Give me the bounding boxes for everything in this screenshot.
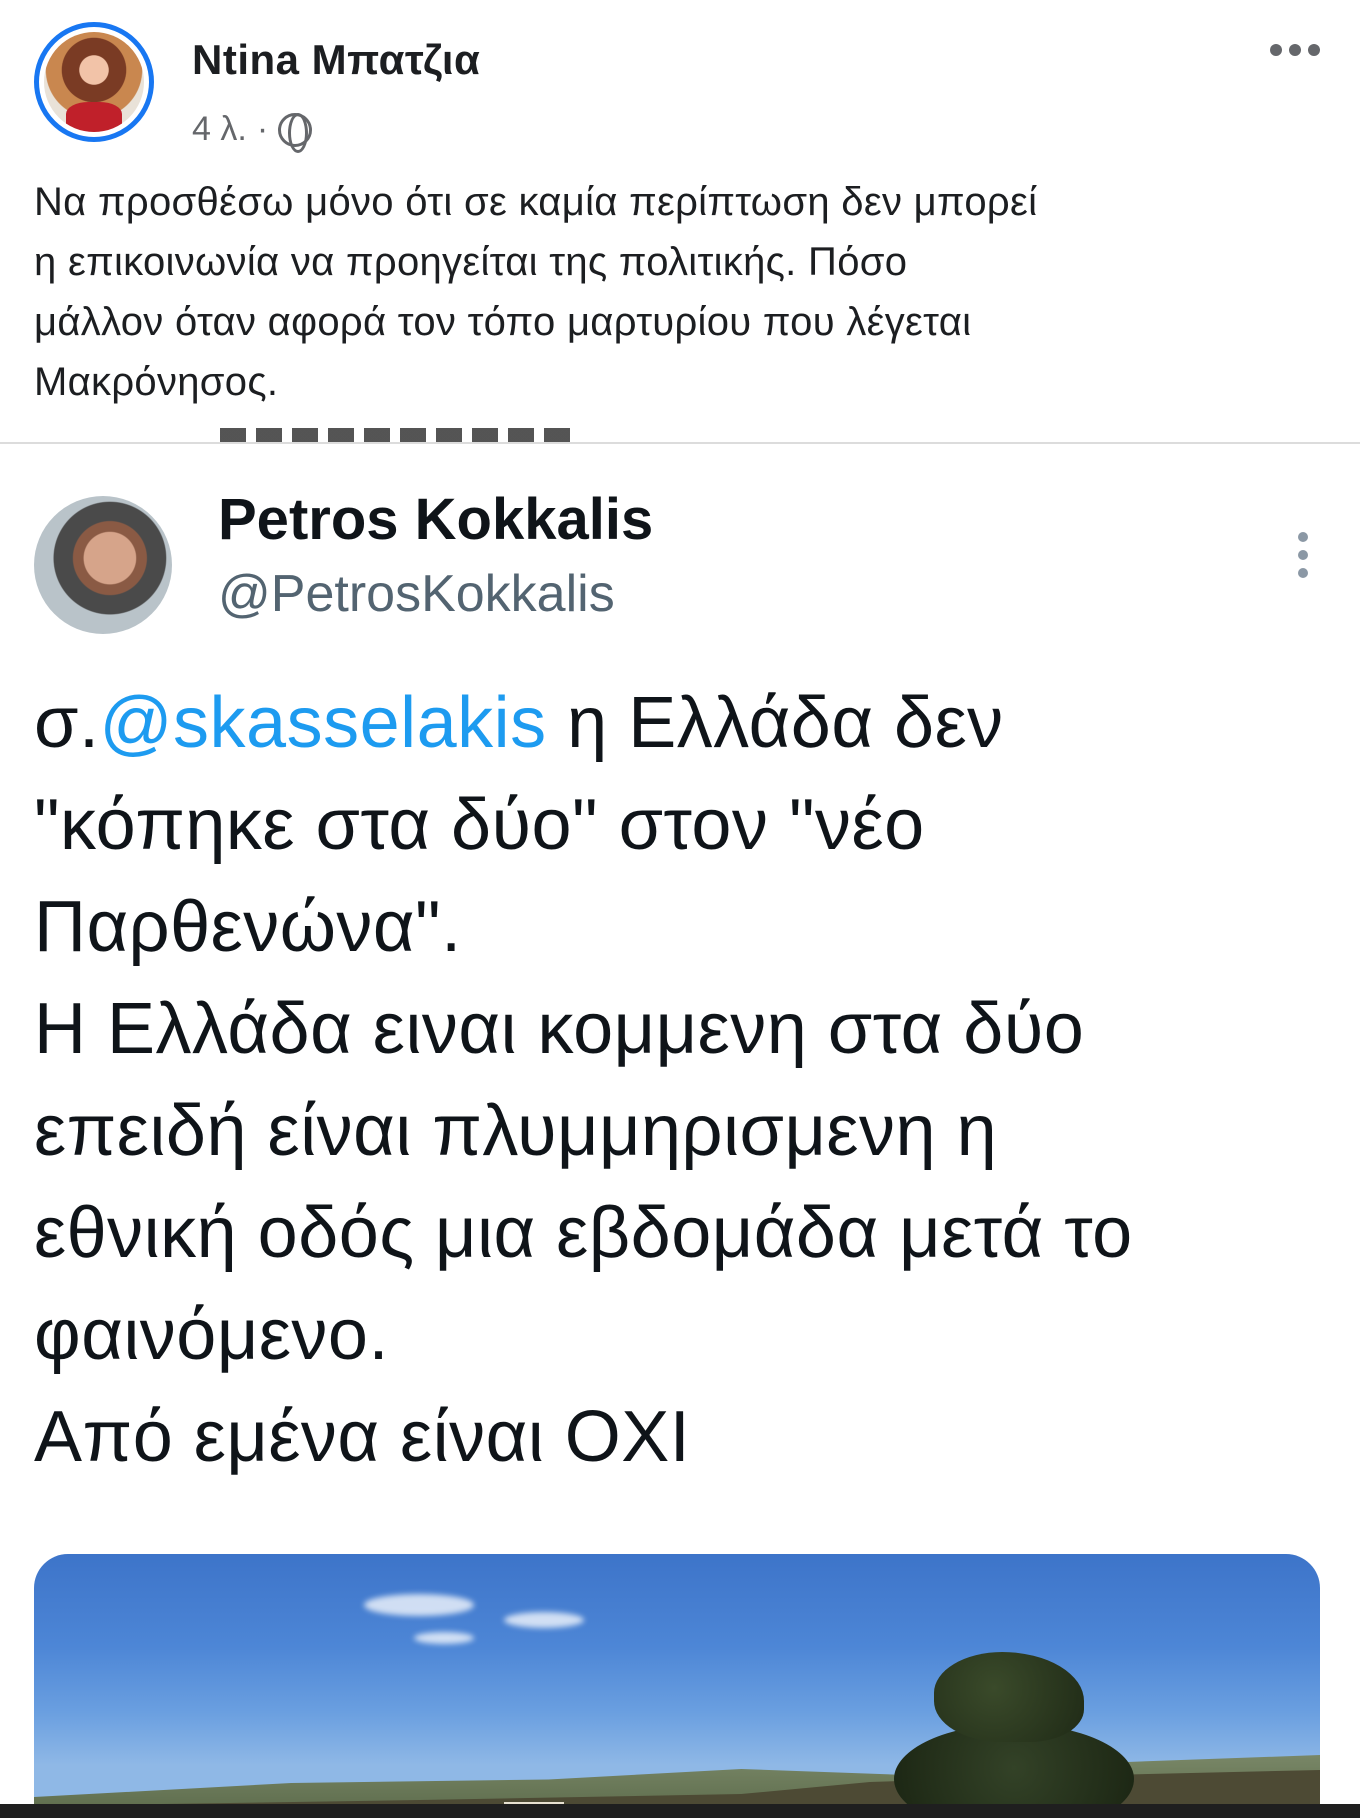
tweet-prefix: σ. xyxy=(34,683,100,763)
tweet-author-avatar xyxy=(34,496,172,634)
tweet-text-line: "κόπηκε στα δύο" στον "νέο xyxy=(34,785,925,865)
meta-separator: · xyxy=(256,110,269,148)
author-name[interactable]: Ntina Μπατζια xyxy=(192,36,480,84)
post-text-line: Να προσθέσω μόνο ότι σε καμία περίπτωση … xyxy=(34,180,1038,224)
more-horizontal-icon[interactable] xyxy=(1270,44,1320,56)
tweet-text-line: επειδή είναι πλυμμηρισμενη η xyxy=(34,1091,998,1171)
tweet-author-name: Petros Kokkalis xyxy=(218,487,654,552)
tweet-text-line: εθνική οδός μια εβδομάδα μετά το xyxy=(34,1193,1133,1273)
post-time[interactable]: 4 λ. xyxy=(192,110,247,149)
tweet-author-handle: @PetrosKokkalis xyxy=(218,565,615,623)
post-text: Να προσθέσω μόνο ότι σε καμία περίπτωση … xyxy=(34,172,1324,412)
embedded-tweet: Petros Kokkalis @PetrosKokkalis σ.@skass… xyxy=(0,444,1360,1818)
tweet-text-line: Η Ελλάδα ειναι κομμενη στα δύο xyxy=(34,989,1085,1069)
post-text-line: μάλλον όταν αφορά τον τόπο μαρτυρίου που… xyxy=(34,300,972,344)
facebook-post: Ntina Μπατζια 4 λ. · Να προσθέσω μόνο ότ… xyxy=(0,0,1360,442)
post-text-line: Μακρόνησος. xyxy=(34,360,279,404)
tweet-text-line: Από εμένα είναι ΟΧΙ xyxy=(34,1397,691,1477)
tweet-image xyxy=(34,1554,1320,1818)
tweet-text: σ.@skasselakis η Ελλάδα δεν "κόπηκε στα … xyxy=(34,672,1334,1488)
post-meta: 4 λ. · xyxy=(192,110,313,153)
post-text-line: η επικοινωνία να προηγείται της πολιτική… xyxy=(34,240,908,284)
tweet-text-line: σ.@skasselakis η Ελλάδα δεν xyxy=(34,672,1334,774)
globe-icon[interactable] xyxy=(278,112,313,153)
more-vertical-icon xyxy=(1298,532,1308,578)
cropped-text-fragment xyxy=(220,418,620,442)
tweet-text-line: φαινόμενο. xyxy=(34,1295,389,1375)
mention-link: @skasselakis xyxy=(99,683,547,763)
bottom-edge xyxy=(0,1804,1360,1818)
tweet-text-line: Παρθενώνα". xyxy=(34,887,462,967)
tweet-line1-rest: η Ελλάδα δεν xyxy=(546,683,1004,763)
author-avatar[interactable] xyxy=(34,22,154,142)
